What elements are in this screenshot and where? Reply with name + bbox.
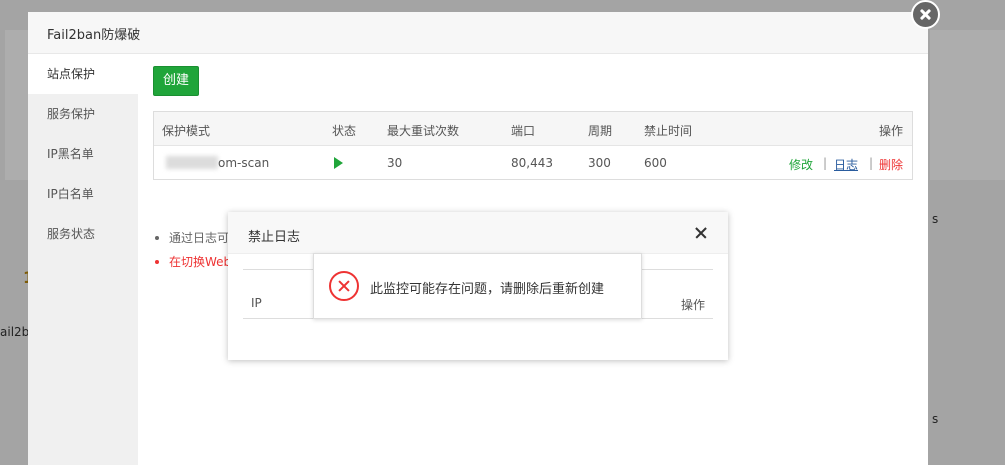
modal-header: Fail2ban防爆破 <box>28 12 928 54</box>
col-port: 端口 <box>511 124 536 138</box>
row-mode: om-scan <box>218 156 270 170</box>
edit-link[interactable]: 修改 <box>789 156 813 173</box>
close-icon[interactable] <box>694 226 708 240</box>
sidebar-item-ip-blacklist[interactable]: IP黑名单 <box>28 134 138 174</box>
row-port: 80,443 <box>511 156 553 170</box>
col-mode: 保护模式 <box>162 124 211 138</box>
tip-item: 在切换Web <box>153 250 231 274</box>
protection-table: 保护模式 状态 最大重试次数 端口 周期 禁止时间 操作 om-scan 30 … <box>153 111 913 180</box>
modal-title: Fail2ban防爆破 <box>47 28 141 43</box>
table-header: 保护模式 状态 最大重试次数 端口 周期 禁止时间 操作 <box>154 112 912 146</box>
row-period: 300 <box>588 156 611 170</box>
col-retries: 最大重试次数 <box>387 124 460 138</box>
log-link[interactable]: 日志 <box>834 156 858 173</box>
sidebar-item-site-protect[interactable]: 站点保护 <box>28 54 138 94</box>
error-toast: 此监控可能存在问题，请删除后重新创建 <box>313 253 642 319</box>
sidebar-item-service-status[interactable]: 服务状态 <box>28 214 138 254</box>
blurred-name <box>166 156 218 169</box>
ops-separator: | <box>869 156 874 170</box>
tip-item: 通过日志可 <box>153 226 231 250</box>
col-ip: IP <box>251 296 262 310</box>
tips-list: 通过日志可 在切换Web <box>153 226 231 274</box>
error-icon <box>329 271 359 301</box>
close-icon[interactable] <box>911 0 940 29</box>
sub-modal-title: 禁止日志 <box>248 230 301 245</box>
col-ban-time: 禁止时间 <box>644 124 693 138</box>
col-op: 操作 <box>680 298 705 312</box>
create-button[interactable]: 创建 <box>153 66 199 96</box>
sub-modal-header: 禁止日志 <box>228 212 728 254</box>
modal-sidebar: 站点保护 服务保护 IP黑名单 IP白名单 服务状态 <box>28 54 138 465</box>
ops-separator: | <box>823 156 828 170</box>
col-ops: 操作 <box>879 124 904 138</box>
row-retries: 30 <box>387 156 403 170</box>
sidebar-item-ip-whitelist[interactable]: IP白名单 <box>28 174 138 214</box>
play-icon[interactable] <box>334 157 343 169</box>
col-status: 状态 <box>332 124 357 138</box>
sidebar-item-service-protect[interactable]: 服务保护 <box>28 94 138 134</box>
delete-link[interactable]: 删除 <box>879 156 903 173</box>
toast-message: 此监控可能存在问题，请删除后重新创建 <box>370 282 605 297</box>
table-row: om-scan 30 80,443 300 600 修改 | 日志 | 删除 <box>154 146 912 179</box>
col-period: 周期 <box>588 124 613 138</box>
row-ban-time: 600 <box>644 156 667 170</box>
